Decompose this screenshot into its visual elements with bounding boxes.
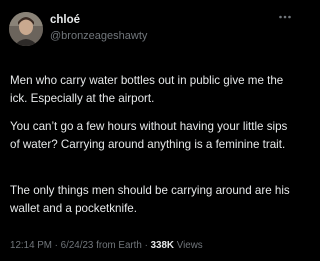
author-handle[interactable]: @bronzeageshawty: [50, 29, 147, 43]
tweet-paragraph-1: Men who carry water bottles out in publi…: [10, 74, 284, 105]
tweet-metadata: 12:14 PM · 6/24/23 from Earth · 338K Vie…: [10, 239, 203, 253]
tweet-time[interactable]: 12:14 PM: [10, 240, 52, 251]
more-options-icon[interactable]: [278, 12, 292, 22]
author-display-name[interactable]: chloé: [50, 13, 80, 27]
meta-separator-2: ·: [144, 240, 148, 251]
meta-separator: ·: [54, 240, 58, 251]
avatar-photo: [9, 12, 43, 46]
tweet-paragraph-3: The only things men should be carrying a…: [10, 184, 290, 215]
views-label: Views: [176, 240, 203, 251]
tweet-source: from Earth: [96, 240, 142, 251]
tweet-paragraph-2: You can’t go a few hours without having …: [10, 120, 288, 151]
tweet-card: chloé @bronzeageshawty Men who carry wat…: [0, 0, 300, 261]
avatar[interactable]: [9, 12, 43, 46]
views-count[interactable]: 338K: [151, 240, 174, 251]
tweet-date[interactable]: 6/24/23: [61, 240, 94, 251]
